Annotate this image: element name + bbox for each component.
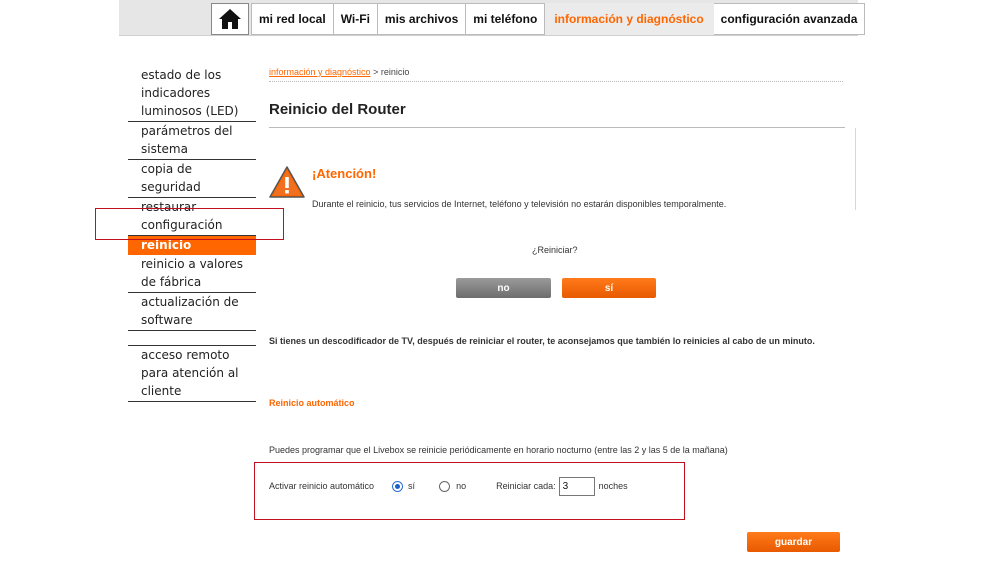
nav-tab-configuracion-avanzada[interactable]: configuración avanzada: [713, 3, 866, 35]
home-icon: [219, 9, 241, 29]
nav-tab-wifi[interactable]: Wi-Fi: [333, 3, 378, 35]
breadcrumb-current: reinicio: [380, 67, 410, 77]
radio-no[interactable]: [439, 480, 451, 492]
breadcrumb-parent-link[interactable]: información y diagnóstico: [269, 67, 371, 77]
sidebar-item-copia-seguridad[interactable]: copia de seguridad: [128, 160, 256, 198]
annotation-box-reinicio: [95, 208, 284, 240]
radio-yes[interactable]: [392, 480, 404, 492]
interval-input[interactable]: [558, 476, 595, 496]
restart-question: ¿Reiniciar?: [532, 245, 578, 255]
warning-title: ¡Atención!: [312, 166, 377, 181]
radio-yes-label: sí: [408, 481, 416, 491]
auto-restart-form: Activar reinicio automático sí no Reinic…: [269, 476, 628, 496]
breadcrumb-separator: >: [370, 67, 381, 77]
sidebar-item-parametros[interactable]: parámetros del sistema: [128, 122, 256, 160]
sidebar-item-actualizacion[interactable]: actualización de software: [128, 293, 256, 331]
nav-tab-mi-telefono[interactable]: mi teléfono: [466, 3, 546, 35]
activate-label: Activar reinicio automático: [269, 481, 375, 491]
sidebar-item-valores-fabrica[interactable]: reinicio a valores de fábrica: [128, 255, 256, 293]
no-button[interactable]: no: [456, 278, 551, 298]
nav-tab-informacion-diagnostico[interactable]: información y diagnóstico: [545, 3, 714, 35]
sidebar-item-empty: [128, 332, 256, 346]
warning-text: Durante el reinicio, tus servicios de In…: [312, 199, 727, 209]
nav-tab-mis-archivos[interactable]: mis archivos: [377, 3, 467, 35]
main-nav: mi red local Wi-Fi mis archivos mi teléf…: [211, 3, 866, 35]
sidebar-item-acceso-remoto[interactable]: acceso remoto para atención al cliente: [128, 346, 256, 402]
auto-restart-description: Puedes programar que el Livebox se reini…: [269, 445, 728, 455]
nav-home-button[interactable]: [211, 3, 249, 35]
interval-label: Reiniciar cada:: [496, 481, 556, 491]
auto-restart-title: Reinicio automático: [269, 398, 355, 408]
save-button[interactable]: guardar: [747, 532, 840, 552]
radio-no-label: no: [456, 481, 467, 491]
tv-decoder-note: Si tienes un descodificador de TV, despu…: [269, 336, 815, 346]
yes-button[interactable]: sí: [562, 278, 656, 298]
breadcrumb: información y diagnóstico > reinicio: [269, 67, 409, 77]
warning-icon: [269, 166, 305, 198]
page-title: Reinicio del Router: [269, 101, 406, 118]
nav-tab-mi-red-local[interactable]: mi red local: [251, 3, 334, 35]
sidebar-item-led[interactable]: estado de los indicadores luminosos (LED…: [128, 66, 256, 122]
interval-unit: noches: [598, 481, 628, 491]
breadcrumb-divider: [269, 81, 843, 82]
warning-box: ¡Atención! Durante el reinicio, tus serv…: [269, 128, 856, 210]
